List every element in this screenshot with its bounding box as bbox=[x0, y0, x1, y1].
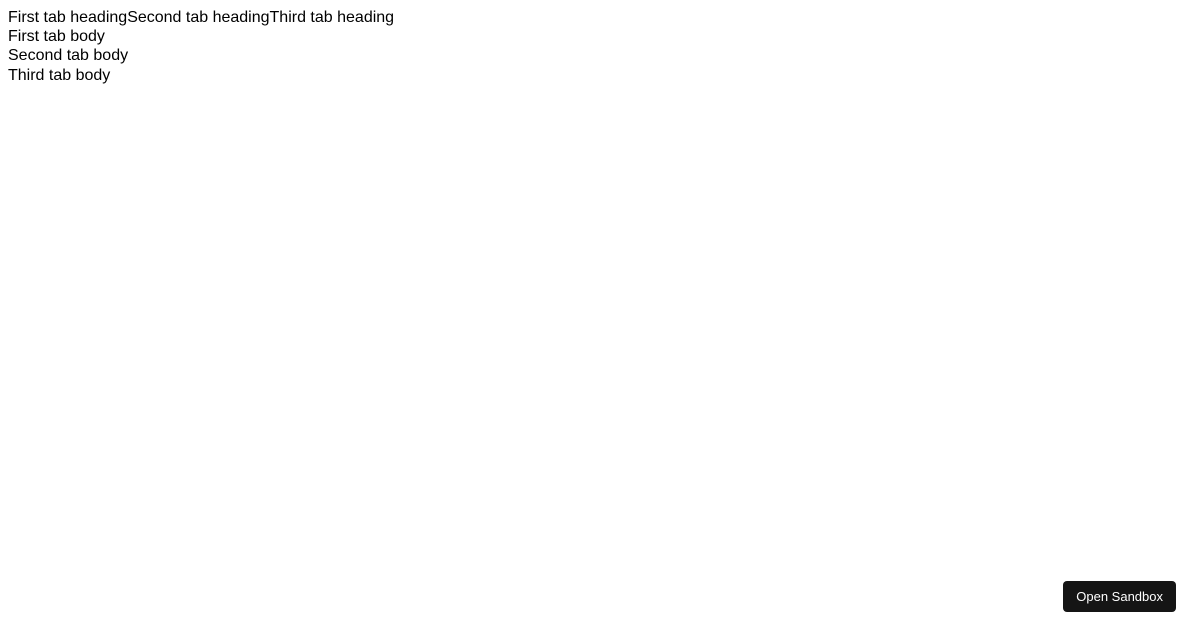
tab-heading-second[interactable]: Second tab heading bbox=[127, 8, 269, 27]
tab-heading-first[interactable]: First tab heading bbox=[8, 8, 127, 27]
tab-headings-row: First tab heading Second tab heading Thi… bbox=[8, 8, 1192, 27]
tab-heading-third[interactable]: Third tab heading bbox=[270, 8, 395, 27]
open-sandbox-button[interactable]: Open Sandbox bbox=[1063, 581, 1176, 612]
tab-body-third: Third tab body bbox=[8, 66, 1192, 85]
tab-bodies-container: First tab body Second tab body Third tab… bbox=[8, 27, 1192, 85]
tab-body-first: First tab body bbox=[8, 27, 1192, 46]
tab-body-second: Second tab body bbox=[8, 46, 1192, 65]
